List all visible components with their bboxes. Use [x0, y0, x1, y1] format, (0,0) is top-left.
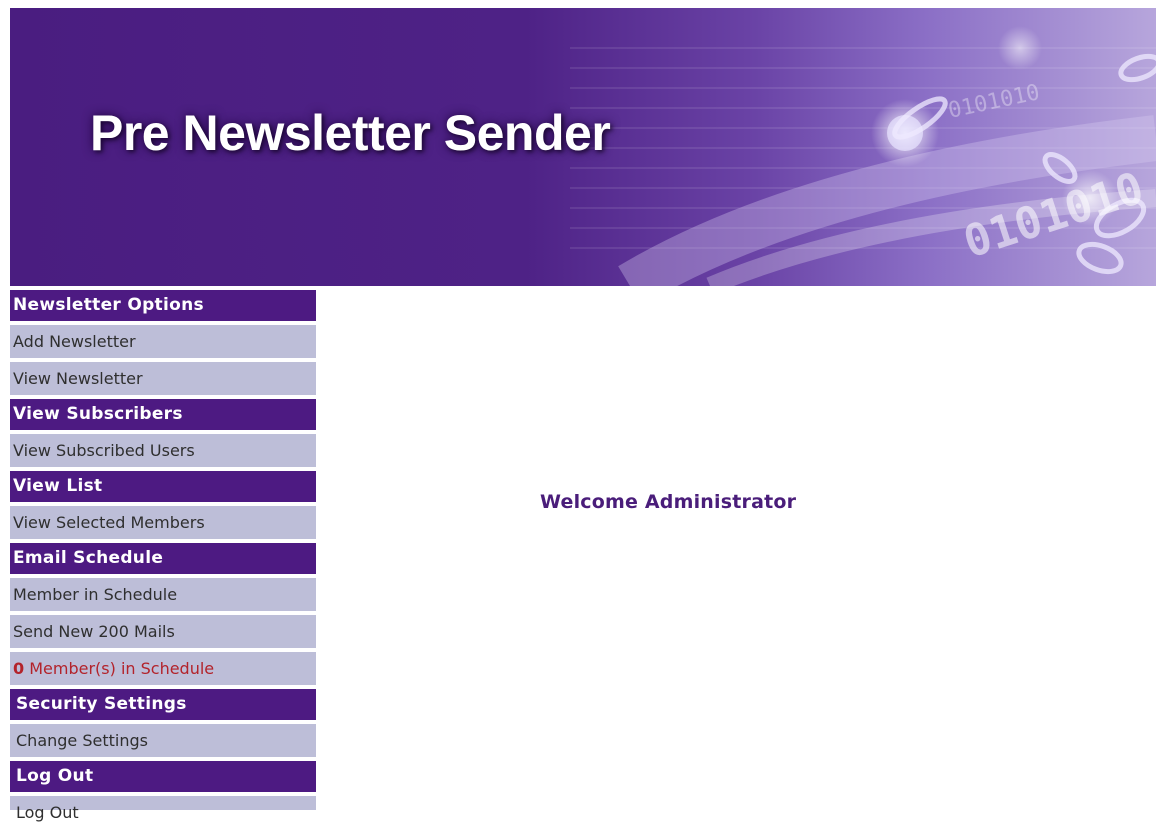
app-window: 0101010 0101010 Pre Newsletter Sender Ne…	[0, 0, 1156, 828]
menu-item-member-in-schedule[interactable]: Member in Schedule	[10, 578, 316, 611]
section-header-security-settings: Security Settings	[10, 689, 316, 720]
section-header-view-list: View List	[10, 471, 316, 502]
section-header-newsletter-options: Newsletter Options	[10, 290, 316, 321]
schedule-status: 0 Member(s) in Schedule	[10, 652, 316, 685]
sidebar-nav: Newsletter Options Add Newsletter View N…	[10, 286, 316, 828]
header-banner: 0101010 0101010 Pre Newsletter Sender	[10, 8, 1156, 286]
schedule-count: 0	[13, 659, 25, 678]
section-header-email-schedule: Email Schedule	[10, 543, 316, 574]
menu-item-view-subscribed-users[interactable]: View Subscribed Users	[10, 434, 316, 467]
menu-item-view-selected-members[interactable]: View Selected Members	[10, 506, 316, 539]
svg-text:0101010: 0101010	[946, 80, 1042, 124]
menu-item-add-newsletter[interactable]: Add Newsletter	[10, 325, 316, 358]
welcome-message: Welcome Administrator	[540, 491, 797, 513]
schedule-label: Member(s) in Schedule	[24, 659, 215, 678]
section-header-log-out: Log Out	[10, 761, 316, 792]
main-content: Welcome Administrator	[316, 286, 1156, 828]
app-title: Pre Newsletter Sender	[90, 105, 611, 161]
menu-item-view-newsletter[interactable]: View Newsletter	[10, 362, 316, 395]
menu-item-send-new-200-mails[interactable]: Send New 200 Mails	[10, 615, 316, 648]
section-header-view-subscribers: View Subscribers	[10, 399, 316, 430]
menu-item-log-out[interactable]: Log Out	[10, 796, 316, 822]
menu-item-change-settings[interactable]: Change Settings	[10, 724, 316, 757]
